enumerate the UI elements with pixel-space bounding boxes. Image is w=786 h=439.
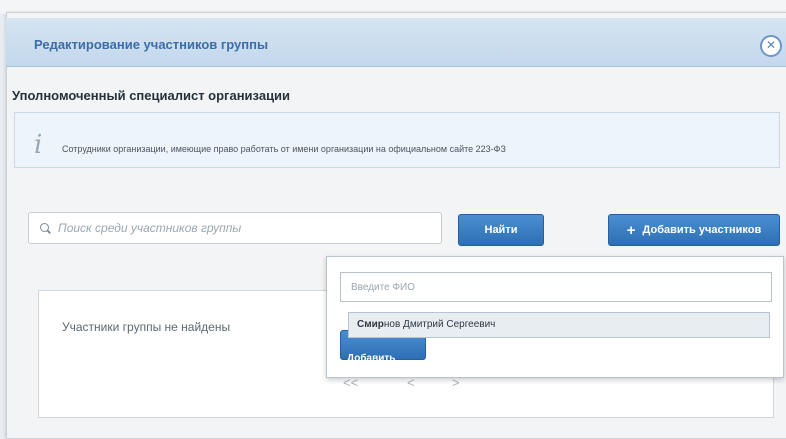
suggestion-match: Смир — [357, 319, 384, 330]
dialog-title: Редактирование участников группы — [34, 37, 269, 52]
empty-results-text: Участники группы не найдены — [62, 320, 231, 334]
fio-input[interactable] — [340, 272, 772, 302]
autocomplete-suggestion[interactable]: Смирнов Дмитрий Сергеевич — [348, 312, 770, 338]
info-panel — [14, 112, 780, 168]
plus-icon: + — [626, 221, 636, 239]
info-text: Сотрудники организации, имеющие право ра… — [62, 144, 506, 154]
search-icon — [40, 223, 49, 232]
add-members-label: Добавить участников — [642, 224, 762, 236]
section-title: Уполномоченный специалист организации — [12, 88, 291, 103]
search-input[interactable] — [58, 218, 428, 238]
suggestion-rest: нов Дмитрий Сергеевич — [383, 319, 496, 330]
add-members-button[interactable]: + Добавить участников — [608, 214, 780, 246]
dialog-header: Редактирование участников группы — [6, 18, 786, 67]
find-button[interactable]: Найти — [458, 214, 544, 246]
info-icon: i — [34, 130, 43, 160]
close-icon[interactable]: ✕ — [760, 35, 782, 57]
